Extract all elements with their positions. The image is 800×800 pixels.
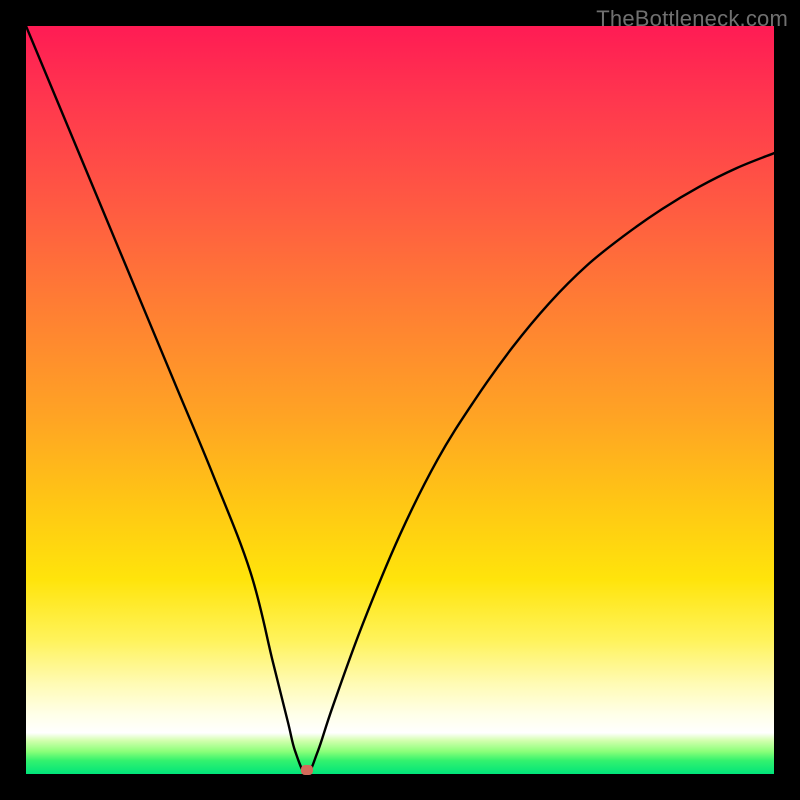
bottleneck-curve: [26, 26, 774, 774]
chart-frame: TheBottleneck.com: [0, 0, 800, 800]
optimal-point-marker: [301, 765, 313, 775]
watermark-text: TheBottleneck.com: [596, 6, 788, 32]
plot-area: [26, 26, 774, 774]
